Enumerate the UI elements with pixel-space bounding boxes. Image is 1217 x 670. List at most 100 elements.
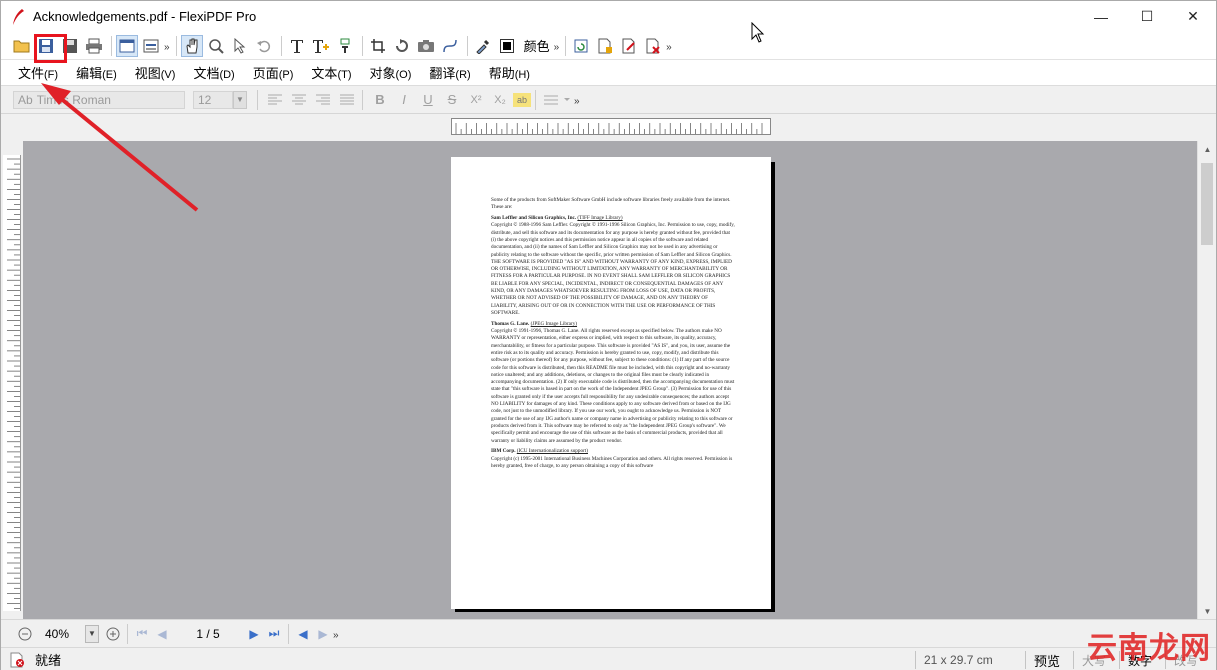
status-mode: 预览 <box>1025 651 1073 669</box>
form-view-icon[interactable] <box>140 35 162 57</box>
window-controls: — ☐ ✕ <box>1078 1 1216 32</box>
menu-translate[interactable]: 翻译(R) <box>420 63 479 82</box>
app-window: Acknowledgements.pdf - FlexiPDF Pro — ☐ … <box>0 0 1217 670</box>
menu-bar: 文件(F) 编辑(E) 视图(V) 文档(D) 页面(P) 文本(T) 对象(O… <box>1 60 1216 86</box>
color-swatch-icon[interactable] <box>496 35 518 57</box>
menu-page[interactable]: 页面(P) <box>244 63 303 82</box>
eyedropper-icon[interactable] <box>472 35 494 57</box>
align-center-icon[interactable] <box>288 90 310 110</box>
delete-page-icon[interactable] <box>642 35 664 57</box>
zoom-out-icon[interactable] <box>15 624 35 644</box>
toolbar-separator <box>288 623 289 644</box>
text-frame-icon[interactable] <box>334 35 356 57</box>
align-right-icon[interactable] <box>312 90 334 110</box>
menu-text[interactable]: 文本(T) <box>302 63 360 82</box>
font-size-field[interactable]: 12 <box>193 90 233 109</box>
zoom-tool-icon[interactable] <box>205 35 227 57</box>
main-toolbar: » 颜色 » » <box>1 32 1216 60</box>
toolbar-separator <box>466 35 468 56</box>
scroll-down-icon[interactable]: ▼ <box>1198 603 1217 619</box>
menu-edit[interactable]: 编辑(E) <box>67 63 126 82</box>
forward-icon[interactable]: ▶ <box>313 624 333 644</box>
zoom-dropdown-icon[interactable]: ▼ <box>85 624 99 643</box>
superscript-button[interactable]: X² <box>465 90 487 110</box>
page-rotate-icon[interactable] <box>570 35 592 57</box>
add-text-icon[interactable] <box>310 35 332 57</box>
title-bar: Acknowledgements.pdf - FlexiPDF Pro — ☐ … <box>1 1 1216 32</box>
font-name-field[interactable]: Ab Times Roman <box>13 90 185 109</box>
last-page-icon[interactable]: ⏭ <box>264 624 284 644</box>
horizontal-ruler[interactable] <box>451 118 771 135</box>
document-canvas[interactable]: Some of the products from SoftMaker Soft… <box>23 141 1198 619</box>
menu-object[interactable]: 对象(O) <box>360 63 420 82</box>
bold-button[interactable]: B <box>369 90 391 110</box>
toolbar-separator <box>535 89 536 110</box>
toolbar-more-icon[interactable]: » <box>333 630 339 641</box>
italic-button[interactable]: I <box>393 90 415 110</box>
doc-section-icu: IBM Corp. (ICU Internationalization supp… <box>491 448 733 469</box>
doc-section-tiff: Sam Leffler and Silicon Graphics, Inc. (… <box>491 215 735 316</box>
toolbar-more-icon[interactable]: » <box>554 42 560 53</box>
highlight-button[interactable]: ab <box>513 92 531 107</box>
toolbar-separator <box>361 35 363 56</box>
select-tool-icon[interactable] <box>229 35 251 57</box>
page-indicator[interactable]: 1 / 5 <box>186 627 230 641</box>
subscript-button[interactable]: X₂ <box>489 90 511 110</box>
ruler-corner <box>3 141 21 155</box>
crop-icon[interactable] <box>367 35 389 57</box>
status-bar: 就绪 21 x 29.7 cm 预览 大写 数字 改写 <box>1 647 1216 670</box>
doc-section-jpeg: Thomas G. Lane. (JPEG Image Library) Copy… <box>491 320 735 444</box>
toolbar-more-icon[interactable]: » <box>666 42 672 53</box>
menu-document[interactable]: 文档(D) <box>184 63 243 82</box>
toolbar-more-icon[interactable]: » <box>164 42 170 53</box>
strikethrough-button[interactable]: S <box>441 90 463 110</box>
vertical-scrollbar[interactable]: ▲ ▼ <box>1197 141 1216 619</box>
open-folder-icon[interactable] <box>11 35 33 57</box>
scrollbar-thumb[interactable] <box>1201 163 1213 245</box>
toolbar-more-icon[interactable]: » <box>574 96 580 107</box>
minimize-button[interactable]: — <box>1078 1 1124 32</box>
insert-page-icon[interactable] <box>594 35 616 57</box>
flexipdf-logo-icon <box>7 6 29 28</box>
font-name-value: Times Roman <box>36 92 111 107</box>
page-view-icon[interactable] <box>116 34 138 57</box>
edit-page-icon[interactable] <box>618 35 640 57</box>
vertical-ruler[interactable] <box>3 155 21 614</box>
justify-icon[interactable] <box>336 90 358 110</box>
toolbar-separator <box>111 35 112 56</box>
maximize-button[interactable]: ☐ <box>1124 1 1170 32</box>
scroll-up-icon[interactable]: ▲ <box>1198 141 1217 157</box>
font-size-dropdown-icon[interactable]: ▼ <box>233 90 247 109</box>
menu-view[interactable]: 视图(V) <box>126 63 185 82</box>
status-page-size: 21 x 29.7 cm <box>915 651 1025 669</box>
close-button[interactable]: ✕ <box>1170 1 1216 32</box>
undo-icon[interactable] <box>253 35 275 57</box>
menu-help[interactable]: 帮助(H) <box>480 63 539 82</box>
mouse-cursor-icon <box>751 22 765 43</box>
pdf-page[interactable]: Some of the products from SoftMaker Soft… <box>451 157 771 609</box>
previous-page-icon[interactable]: ◀ <box>152 624 172 644</box>
window-title: Acknowledgements.pdf - FlexiPDF Pro <box>33 9 257 24</box>
watermark-text: 云南龙网 <box>1087 631 1211 666</box>
zoom-level[interactable]: 40% <box>45 627 81 641</box>
format-toolbar: Ab Times Roman 12 ▼ B I U S X² X₂ ab » <box>1 86 1216 114</box>
color-label[interactable]: 颜色 <box>524 36 550 55</box>
back-icon[interactable]: ◀ <box>293 624 313 644</box>
zoom-in-icon[interactable] <box>103 624 123 644</box>
status-error-icon[interactable] <box>9 652 25 668</box>
rotate-icon[interactable] <box>391 35 413 57</box>
print-icon[interactable] <box>83 35 105 57</box>
align-left-icon[interactable] <box>264 90 286 110</box>
line-spacing-icon[interactable] <box>542 90 574 110</box>
toolbar-separator <box>257 89 258 110</box>
underline-button[interactable]: U <box>417 90 439 110</box>
first-page-icon[interactable]: ⏮ <box>132 624 152 644</box>
menu-file[interactable]: 文件(F) <box>9 63 67 82</box>
next-page-icon[interactable]: ▶ <box>244 624 264 644</box>
edit-text-icon[interactable] <box>286 35 308 57</box>
bezier-icon[interactable] <box>439 35 461 57</box>
doc-intro: Some of the products from SoftMaker Soft… <box>491 197 731 211</box>
camera-icon[interactable] <box>415 35 437 57</box>
hand-tool-icon[interactable] <box>180 34 203 57</box>
toolbar-separator <box>127 623 128 644</box>
